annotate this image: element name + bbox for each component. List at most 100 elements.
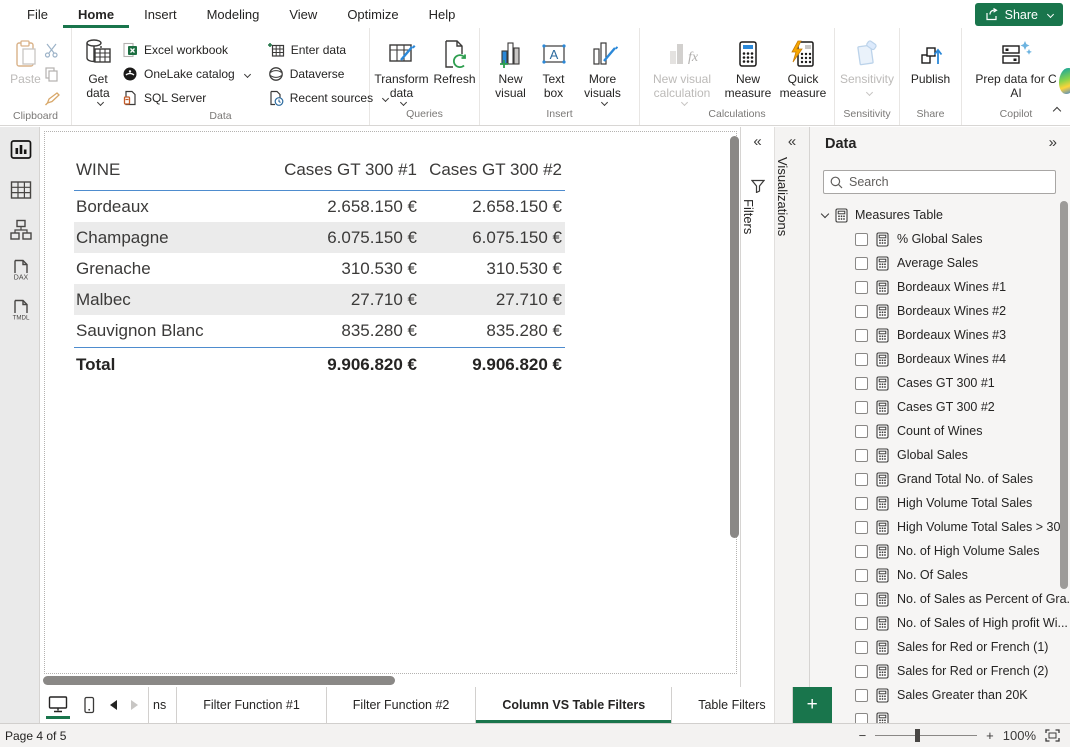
measure-checkbox[interactable] bbox=[855, 641, 868, 654]
quick-measure-button[interactable]: Quick measure bbox=[774, 35, 832, 100]
measure-checkbox[interactable] bbox=[855, 593, 868, 606]
measure-checkbox[interactable] bbox=[855, 449, 868, 462]
table-row-sauvignon-blanc[interactable]: Sauvignon Blanc835.280 €835.280 € bbox=[74, 315, 565, 346]
measure-item-bordeaux-wines-4[interactable]: Bordeaux Wines #4 bbox=[810, 347, 1070, 371]
measure-checkbox[interactable] bbox=[855, 353, 868, 366]
paste-button[interactable]: Paste bbox=[7, 35, 44, 87]
visualizations-pane-collapsed[interactable]: « Visualizations bbox=[774, 127, 809, 723]
measure-checkbox[interactable] bbox=[855, 689, 868, 702]
sql-server-button[interactable]: SQL Server bbox=[122, 86, 250, 110]
page-tab-filter-function-1[interactable]: Filter Function #1 bbox=[177, 687, 327, 723]
search-box[interactable] bbox=[823, 170, 1056, 194]
zoom-out-button[interactable]: − bbox=[859, 728, 867, 743]
measure-checkbox[interactable] bbox=[855, 473, 868, 486]
text-box-button[interactable]: A Text box bbox=[534, 35, 574, 100]
prep-data-for-ai-button[interactable]: Prep data for C AI bbox=[970, 35, 1062, 100]
measure-checkbox[interactable] bbox=[855, 617, 868, 630]
tmdl-view-icon[interactable]: TMDL bbox=[9, 298, 33, 322]
page-tab-partial[interactable]: ns bbox=[149, 687, 177, 723]
measure-item-high-volume-total-sales-300[interactable]: High Volume Total Sales > 300 bbox=[810, 515, 1070, 539]
measure-checkbox[interactable] bbox=[855, 521, 868, 534]
measure-item-cases-gt-300-2[interactable]: Cases GT 300 #2 bbox=[810, 395, 1070, 419]
measure-checkbox[interactable] bbox=[855, 257, 868, 270]
measure-checkbox[interactable] bbox=[855, 545, 868, 558]
new-visual-calculation-button[interactable]: fx New visual calculation bbox=[642, 35, 722, 105]
canvas-vertical-scrollbar[interactable] bbox=[730, 136, 739, 538]
publish-button[interactable]: Publish bbox=[906, 35, 956, 87]
measure-item-sales-greater-than-20k[interactable]: Sales Greater than 20K bbox=[810, 683, 1070, 707]
menu-tab-modeling[interactable]: Modeling bbox=[192, 1, 275, 28]
measure-item-count-of-wines[interactable]: Count of Wines bbox=[810, 419, 1070, 443]
collapse-ribbon-button[interactable] bbox=[1054, 108, 1064, 118]
expand-visualizations-icon[interactable]: « bbox=[775, 133, 809, 150]
table-row-champagne[interactable]: Champagne6.075.150 €6.075.150 € bbox=[74, 222, 565, 253]
measure-item-sales-for-red-or-french-1[interactable]: Sales for Red or French (1) bbox=[810, 635, 1070, 659]
sensitivity-button[interactable]: Sensitivity bbox=[836, 35, 898, 95]
measure-checkbox[interactable] bbox=[855, 233, 868, 246]
page-tab-column-vs-table-filters[interactable]: Column VS Table Filters bbox=[476, 687, 672, 723]
measure-checkbox[interactable] bbox=[855, 281, 868, 294]
measure-checkbox[interactable] bbox=[855, 401, 868, 414]
menu-tab-insert[interactable]: Insert bbox=[129, 1, 192, 28]
new-visual-button[interactable]: New visual bbox=[488, 35, 534, 100]
new-page-button[interactable]: + bbox=[793, 687, 832, 723]
measure-item-no-of-sales-of-high-profit-wi[interactable]: No. of Sales of High profit Wi... bbox=[810, 611, 1070, 635]
measure-item-no-of-sales[interactable]: No. Of Sales bbox=[810, 563, 1070, 587]
report-page[interactable]: WINECases GT 300 #1Cases GT 300 #2 Borde… bbox=[44, 131, 737, 674]
measure-item-global-sales[interactable]: % Global Sales bbox=[810, 227, 1070, 251]
measure-item-bordeaux-wines-1[interactable]: Bordeaux Wines #1 bbox=[810, 275, 1070, 299]
measure-item-average-sales[interactable]: Average Sales bbox=[810, 251, 1070, 275]
menu-tab-file[interactable]: File bbox=[12, 1, 63, 28]
dax-query-view-icon[interactable]: DAX bbox=[9, 258, 33, 282]
table-row-bordeaux[interactable]: Bordeaux2.658.150 €2.658.150 € bbox=[74, 191, 565, 222]
transform-data-button[interactable]: Transform data bbox=[372, 35, 432, 105]
page-tab-table-filters[interactable]: Table Filters bbox=[672, 687, 792, 723]
menu-tab-view[interactable]: View bbox=[274, 1, 332, 28]
zoom-slider-thumb[interactable] bbox=[915, 729, 920, 742]
expand-filters-icon[interactable]: « bbox=[741, 133, 774, 150]
table-row-malbec[interactable]: Malbec27.710 €27.710 € bbox=[74, 284, 565, 315]
share-button[interactable]: Share bbox=[975, 3, 1063, 26]
menu-tab-optimize[interactable]: Optimize bbox=[332, 1, 413, 28]
measure-checkbox[interactable] bbox=[855, 497, 868, 510]
format-painter-button[interactable] bbox=[44, 86, 60, 110]
zoom-in-button[interactable]: + bbox=[986, 728, 994, 743]
cut-button[interactable] bbox=[44, 38, 60, 62]
table-view-icon[interactable] bbox=[9, 178, 33, 202]
measure-item-high-volume-total-sales[interactable]: High Volume Total Sales bbox=[810, 491, 1070, 515]
data-pane-scrollbar[interactable] bbox=[1060, 201, 1068, 589]
measure-item-no-of-sales-as-percent-of-gra[interactable]: No. of Sales as Percent of Gra... bbox=[810, 587, 1070, 611]
measure-checkbox[interactable] bbox=[855, 329, 868, 342]
filters-pane-collapsed[interactable]: « Filters bbox=[740, 127, 774, 687]
measure-checkbox[interactable] bbox=[855, 425, 868, 438]
more-visuals-button[interactable]: More visuals bbox=[574, 35, 632, 105]
measure-item-global-sales[interactable]: Global Sales bbox=[810, 443, 1070, 467]
zoom-slider[interactable] bbox=[875, 735, 977, 736]
onelake-catalog-button[interactable]: OneLake catalog bbox=[122, 62, 250, 86]
measure-item-bordeaux-wines-3[interactable]: Bordeaux Wines #3 bbox=[810, 323, 1070, 347]
measure-item-no-of-high-volume-sales[interactable]: No. of High Volume Sales bbox=[810, 539, 1070, 563]
get-data-button[interactable]: Get data bbox=[80, 35, 116, 105]
next-page-arrow[interactable] bbox=[131, 700, 138, 710]
measure-item-bordeaux-wines-2[interactable]: Bordeaux Wines #2 bbox=[810, 299, 1070, 323]
refresh-button[interactable]: Refresh bbox=[432, 35, 478, 87]
measure-item-partial[interactable] bbox=[810, 707, 1070, 723]
copilot-logo-icon[interactable] bbox=[1059, 68, 1070, 94]
menu-tab-help[interactable]: Help bbox=[414, 1, 471, 28]
page-tab-filter-function-2[interactable]: Filter Function #2 bbox=[327, 687, 477, 723]
canvas-horizontal-scrollbar[interactable] bbox=[43, 676, 395, 685]
table-row-grenache[interactable]: Grenache310.530 €310.530 € bbox=[74, 253, 565, 284]
measure-item-cases-gt-300-1[interactable]: Cases GT 300 #1 bbox=[810, 371, 1070, 395]
measure-checkbox[interactable] bbox=[855, 305, 868, 318]
model-view-icon[interactable] bbox=[9, 218, 33, 242]
measure-checkbox[interactable] bbox=[855, 377, 868, 390]
table-visual[interactable]: WINECases GT 300 #1Cases GT 300 #2 Borde… bbox=[74, 149, 565, 380]
measure-checkbox[interactable] bbox=[855, 665, 868, 678]
measure-item-grand-total-no-of-sales[interactable]: Grand Total No. of Sales bbox=[810, 467, 1070, 491]
copy-button[interactable] bbox=[44, 62, 60, 86]
measure-checkbox[interactable] bbox=[855, 569, 868, 582]
measures-table-node[interactable]: Measures Table bbox=[810, 203, 1070, 227]
measure-item-sales-for-red-or-french-2[interactable]: Sales for Red or French (2) bbox=[810, 659, 1070, 683]
mobile-layout-button[interactable] bbox=[82, 696, 96, 714]
search-input[interactable] bbox=[849, 175, 1049, 189]
